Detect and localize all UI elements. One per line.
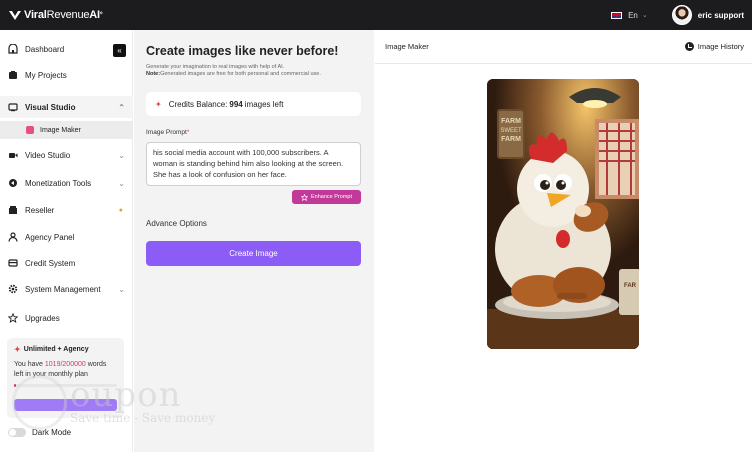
image-history-button[interactable]: Image History bbox=[684, 42, 744, 51]
sidebar-item-agency-panel[interactable]: Agency Panel bbox=[0, 226, 133, 248]
advance-options-toggle[interactable]: Advance Options bbox=[146, 219, 207, 228]
credits-label: Credits Balance: bbox=[168, 99, 228, 109]
sidebar-item-system-management[interactable]: System Management ⌄ bbox=[0, 278, 133, 300]
credits-balance-card: ✦ Credits Balance: 994 images left bbox=[146, 92, 361, 116]
logo-text-main: Viral bbox=[24, 9, 47, 21]
chevron-down-icon: ⌄ bbox=[118, 150, 125, 160]
required-asterisk: * bbox=[186, 129, 190, 136]
credits-value: 994 bbox=[229, 99, 243, 109]
sidebar-item-label: Reseller bbox=[25, 205, 55, 215]
credits-suffix: images left bbox=[244, 99, 284, 109]
plan-card: ✦ Unlimited + Agency You have 1019/20000… bbox=[7, 338, 124, 418]
credit-icon bbox=[8, 258, 18, 268]
enhance-prompt-label: Enhance Prompt bbox=[311, 194, 352, 200]
prompt-label-text: Image Prompt bbox=[146, 129, 187, 136]
sidebar-item-label: Upgrades bbox=[25, 313, 60, 323]
sidebar-item-label: Video Studio bbox=[25, 150, 71, 160]
top-bar: Viral Revenue AI ° En ⌄ eric support bbox=[0, 0, 752, 30]
chevron-up-icon: ⌃ bbox=[118, 102, 125, 112]
logo-text-ai: AI bbox=[89, 9, 100, 21]
sidebar: Dashboard « My Projects Visual Studio ⌃ … bbox=[0, 30, 133, 452]
generated-image[interactable]: FARM SWEET FARM FAR bbox=[487, 79, 639, 349]
plan-usage-bar bbox=[14, 384, 117, 387]
image-prompt-panel: Create images like never before! Generat… bbox=[134, 30, 374, 452]
note-label: Note: bbox=[146, 71, 161, 77]
projects-icon bbox=[8, 70, 18, 80]
chevron-down-icon[interactable]: ⌄ bbox=[642, 11, 648, 19]
plan-text-before: You have bbox=[14, 361, 43, 368]
sidebar-item-visual-studio[interactable]: Visual Studio ⌃ bbox=[0, 96, 133, 118]
sidebar-item-reseller[interactable]: Reseller ● bbox=[0, 199, 133, 221]
sidebar-item-label: Monetization Tools bbox=[25, 178, 92, 188]
plan-name: Unlimited + Agency bbox=[23, 346, 89, 353]
prompt-label: Image Prompt* bbox=[146, 129, 189, 136]
video-icon bbox=[8, 150, 18, 160]
gear-icon bbox=[8, 284, 18, 294]
divider bbox=[375, 63, 752, 64]
username-label[interactable]: eric support bbox=[698, 11, 744, 20]
language-selector[interactable]: En bbox=[628, 11, 638, 20]
logo-text-light: Revenue bbox=[46, 9, 90, 21]
sidebar-item-credit-system[interactable]: Credit System bbox=[0, 252, 133, 274]
page-note: Note:Generated images are free for both … bbox=[146, 71, 321, 77]
sidebar-item-my-projects[interactable]: My Projects bbox=[0, 64, 133, 86]
image-history-label: Image History bbox=[697, 42, 744, 51]
chicken-illustration: FARM SWEET FARM FAR bbox=[487, 79, 639, 349]
create-image-button[interactable]: Create Image bbox=[146, 241, 361, 266]
monetization-icon bbox=[8, 178, 18, 188]
sidebar-item-video-studio[interactable]: Video Studio ⌄ bbox=[0, 144, 133, 166]
preview-panel: Image Maker Image History FARM SWEET FAR… bbox=[375, 30, 752, 452]
visual-studio-icon bbox=[8, 102, 18, 112]
dashboard-icon bbox=[8, 44, 18, 54]
mug-text: FAR bbox=[624, 283, 637, 289]
sidebar-item-label: Dashboard bbox=[25, 44, 65, 54]
plan-usage-text: You have 1019/200000 words left in your … bbox=[14, 360, 117, 380]
image-prompt-textarea[interactable]: his social media account with 100,000 su… bbox=[146, 142, 361, 186]
plan-usage-count: 1019/200000 bbox=[44, 361, 86, 368]
bolt-icon: ✦ bbox=[155, 99, 162, 109]
sidebar-item-label: Agency Panel bbox=[25, 232, 75, 242]
plan-title: ✦ Unlimited + Agency bbox=[14, 345, 117, 354]
uk-flag-icon[interactable] bbox=[611, 11, 623, 19]
logo-ai-mark: ° bbox=[99, 11, 103, 19]
history-icon bbox=[684, 42, 694, 51]
chevron-down-icon: ⌄ bbox=[118, 284, 125, 294]
preview-title: Image Maker bbox=[385, 42, 429, 51]
sidebar-item-label: Visual Studio bbox=[25, 102, 76, 112]
app-logo[interactable]: Viral Revenue AI ° bbox=[8, 8, 103, 22]
dark-mode-toggle[interactable]: Dark Mode bbox=[8, 428, 71, 437]
star-icon bbox=[301, 193, 309, 201]
collapse-sidebar-button[interactable]: « bbox=[113, 44, 126, 57]
enhance-prompt-button[interactable]: Enhance Prompt bbox=[292, 190, 361, 204]
reseller-icon bbox=[8, 205, 18, 215]
page-subtitle: Generate your imagination to real images… bbox=[146, 64, 285, 70]
agency-icon bbox=[8, 232, 18, 242]
sidebar-item-upgrades[interactable]: Upgrades bbox=[0, 307, 133, 329]
sidebar-item-label: My Projects bbox=[25, 70, 67, 80]
bolt-icon: ✦ bbox=[14, 345, 21, 354]
user-avatar[interactable] bbox=[671, 5, 692, 25]
dark-mode-label: Dark Mode bbox=[32, 428, 72, 437]
star-icon bbox=[8, 313, 18, 323]
plan-usage-bar-fill bbox=[14, 384, 17, 387]
upgrade-plan-button[interactable] bbox=[14, 399, 117, 411]
sign-text-sweet: SWEET bbox=[500, 128, 522, 134]
sidebar-item-label: System Management bbox=[25, 284, 101, 294]
top-right-controls: En ⌄ eric support bbox=[611, 0, 744, 30]
chevron-down-icon: ⌄ bbox=[118, 178, 125, 188]
logo-mark-icon bbox=[9, 11, 21, 20]
image-icon bbox=[26, 126, 34, 134]
sidebar-subitem-image-maker[interactable]: Image Maker bbox=[0, 121, 133, 139]
dark-mode-switch[interactable] bbox=[8, 428, 26, 437]
sign-text-farm: FARM bbox=[501, 118, 521, 125]
sidebar-item-monetization-tools[interactable]: Monetization Tools ⌄ bbox=[0, 172, 133, 194]
double-chevron-left-icon: « bbox=[117, 46, 122, 55]
sidebar-item-label: Image Maker bbox=[40, 126, 81, 134]
sign-text-farm-2: FARM bbox=[501, 136, 521, 143]
note-text: Generated images are free for both perso… bbox=[160, 71, 321, 77]
page-title: Create images like never before! bbox=[146, 44, 339, 58]
lock-icon: ● bbox=[118, 206, 123, 214]
sidebar-item-label: Credit System bbox=[25, 258, 76, 268]
